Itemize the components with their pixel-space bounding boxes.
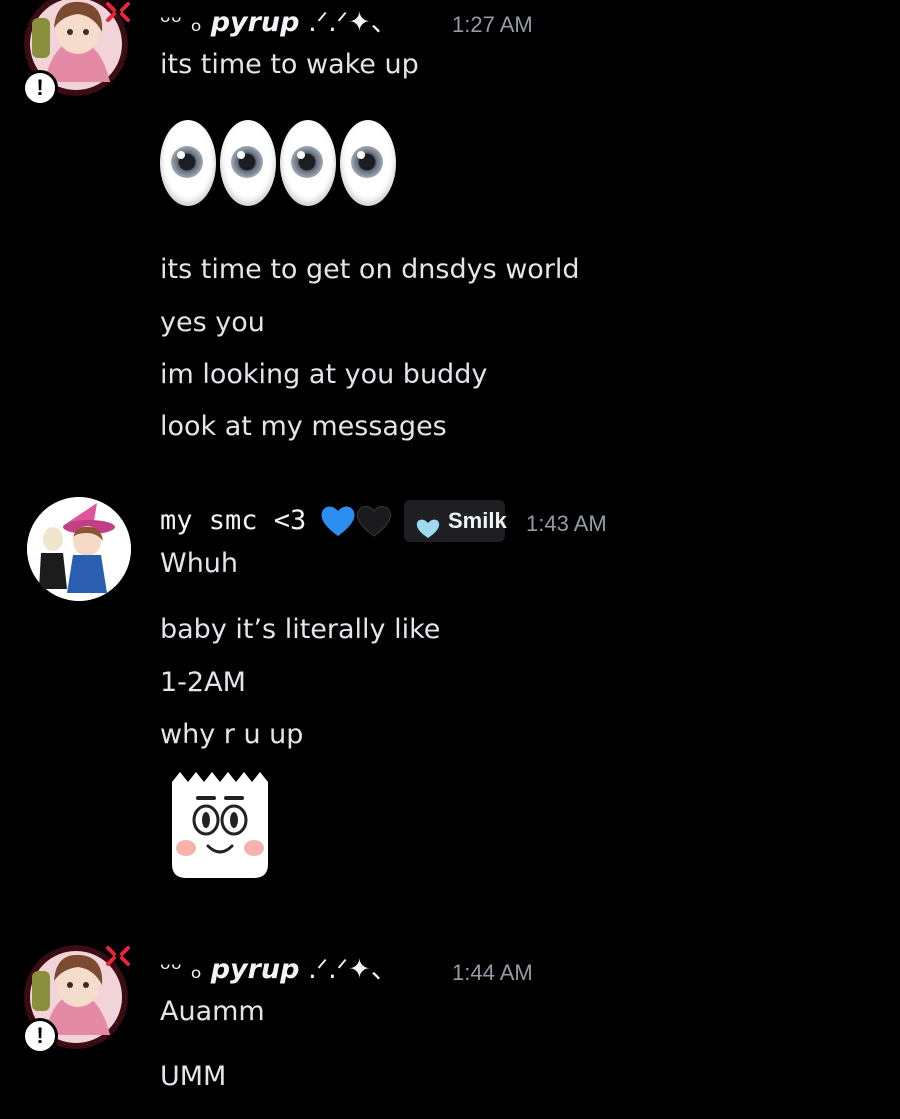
author-prefix: ᵕᵕ ₒ: [160, 954, 203, 985]
message-line: look at my messages: [160, 411, 447, 442]
timestamp: 1:44 AM: [452, 960, 533, 985]
avatar-smc[interactable]: [27, 497, 131, 601]
blue-heart-icon: [320, 504, 356, 538]
author-name[interactable]: ᵕᵕ ₒ pyrup .ᐟ.ᐟ✦、: [160, 953, 398, 987]
message-line: why r u up: [160, 719, 304, 750]
heart-tag-icon: [416, 511, 440, 538]
eyes-emoji: [280, 120, 336, 206]
message-line: UMM: [160, 1061, 227, 1092]
author-suffix: .ᐟ.ᐟ✦、: [308, 7, 398, 38]
surprised-face-sticker[interactable]: [166, 768, 274, 880]
eyes-emoji: [220, 120, 276, 206]
author-prefix: ᵕᵕ ₒ: [160, 7, 203, 38]
message-line: its time to get on dnsdys world: [160, 254, 580, 285]
author-name-text: pyrup: [210, 7, 300, 38]
author-name-text: pyrup: [210, 954, 300, 985]
timestamp: 1:27 AM: [452, 12, 533, 37]
eyes-emoji: [340, 120, 396, 206]
message-line: baby it’s literally like: [160, 614, 441, 645]
author-name[interactable]: ᵕᵕ ₒ pyrup .ᐟ.ᐟ✦、: [160, 6, 398, 40]
timestamp: 1:43 AM: [526, 511, 607, 536]
eyes-emoji: [160, 120, 216, 206]
message-line: 1-2AM: [160, 667, 246, 698]
black-heart-icon: [356, 504, 392, 538]
message-line: im looking at you buddy: [160, 359, 488, 390]
anger-icon: [104, 0, 132, 24]
anger-icon: [104, 944, 132, 968]
message-line: its time to wake up: [160, 49, 419, 80]
message-line: Whuh: [160, 548, 239, 579]
status-badge: !: [22, 70, 58, 106]
message-line: Auamm: [160, 996, 265, 1027]
guild-tag-label: Smilk: [448, 508, 507, 533]
message-line: yes you: [160, 307, 265, 338]
emoji-row: [160, 120, 400, 210]
status-badge: !: [22, 1018, 58, 1054]
author-name[interactable]: my smc <3: [160, 504, 306, 538]
author-name-text: my smc <3: [160, 505, 307, 536]
guild-tag-badge[interactable]: Smilk: [404, 500, 507, 542]
author-suffix: .ᐟ.ᐟ✦、: [308, 954, 398, 985]
